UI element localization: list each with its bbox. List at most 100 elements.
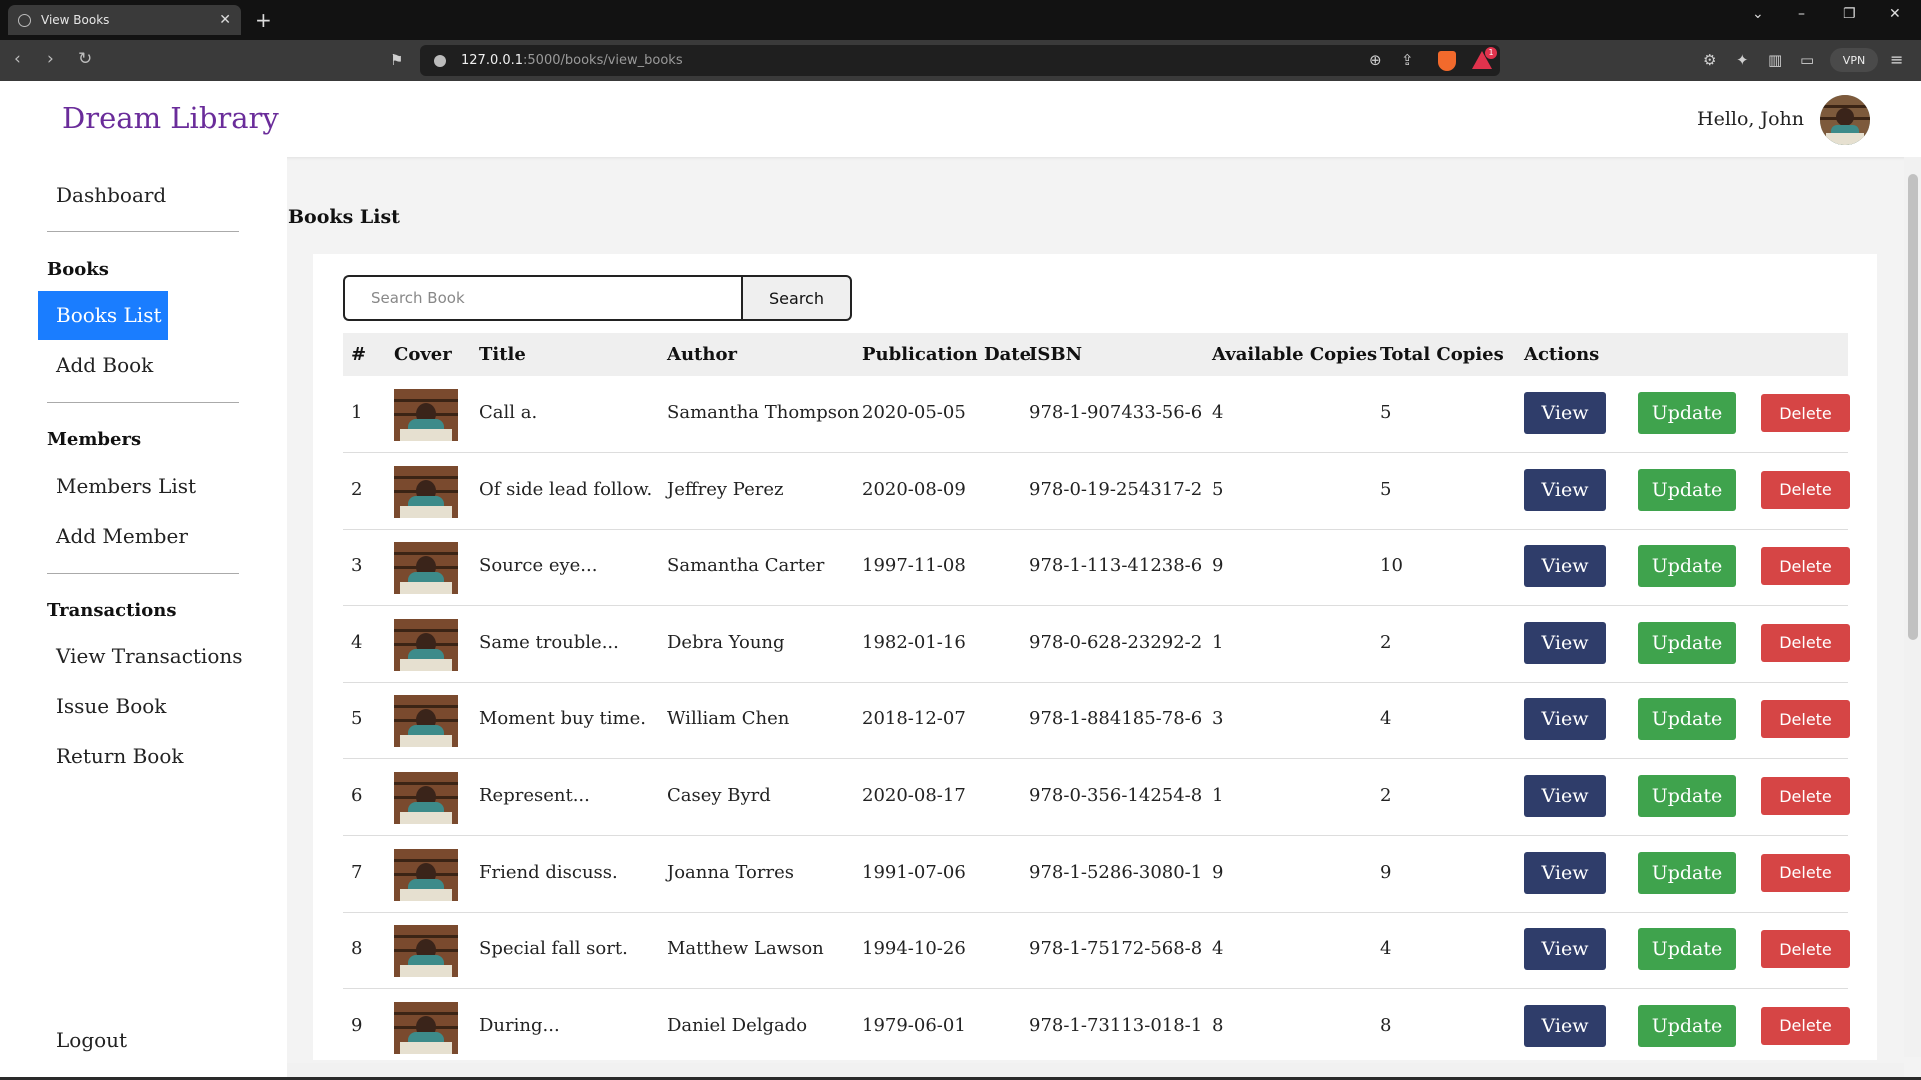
row-number: 8	[351, 938, 363, 960]
menu-icon[interactable]: ≡	[1890, 50, 1903, 69]
search-input[interactable]	[343, 275, 742, 321]
site-info-icon[interactable]	[434, 54, 446, 67]
isbn: 978-1-113-41238-6	[1029, 555, 1203, 577]
view-button[interactable]: View	[1524, 928, 1606, 971]
book-author: Daniel Delgado	[667, 1014, 808, 1036]
scrollbar-thumb[interactable]	[1908, 174, 1918, 640]
browser-toolbar: ‹ › ↻ ⚑ 127.0.0.1 :5000/books/view_books…	[0, 40, 1921, 81]
sidebar-item-return-book[interactable]: Return Book	[56, 744, 184, 768]
sidebar-item-books-list[interactable]: Books List	[38, 291, 168, 340]
table-row: 8 Special fall sort. Matthew Lawson 1994-10…	[343, 912, 1850, 990]
close-tab-icon[interactable]: ✕	[219, 12, 231, 28]
delete-button[interactable]: Delete	[1761, 394, 1850, 432]
total-copies: 8	[1380, 1014, 1392, 1036]
update-button[interactable]: Update	[1638, 545, 1736, 588]
view-button[interactable]: View	[1524, 775, 1606, 817]
book-title: Of side lead follow.	[479, 478, 653, 500]
sidebar-item-add-member[interactable]: Add Member	[56, 524, 188, 548]
book-cover-image	[394, 465, 458, 518]
minimize-icon[interactable]: –	[1798, 6, 1805, 22]
column-header-isbn: ISBN	[1029, 344, 1083, 365]
view-button[interactable]: View	[1524, 621, 1606, 664]
update-button[interactable]: Update	[1638, 621, 1736, 664]
update-button[interactable]: Update	[1638, 851, 1736, 894]
row-number: 9	[351, 1014, 363, 1036]
leo-icon[interactable]: ✦	[1736, 51, 1749, 69]
close-window-icon[interactable]: ✕	[1889, 6, 1901, 22]
horizontal-scrollbar[interactable]	[287, 1063, 1904, 1077]
sidebar-item-dashboard[interactable]: Dashboard	[56, 183, 166, 207]
view-button[interactable]: View	[1524, 468, 1606, 511]
delete-button[interactable]: Delete	[1761, 470, 1850, 509]
row-number: 6	[351, 785, 363, 806]
total-copies: 5	[1380, 402, 1392, 423]
isbn: 978-1-884185-78-6	[1029, 708, 1203, 730]
book-title: Represent...	[479, 785, 590, 806]
sidebar-item-members-list[interactable]: Members List	[56, 474, 196, 498]
isbn: 978-1-907433-56-6	[1029, 402, 1203, 423]
table-row: 9 During... Daniel Delgado 1979-06-01 978-1-…	[343, 989, 1850, 1060]
address-bar[interactable]: 127.0.0.1 :5000/books/view_books	[420, 45, 1500, 76]
vpn-button[interactable]: VPN	[1830, 48, 1878, 72]
publication-date: 1982-01-16	[862, 631, 966, 653]
total-copies: 10	[1380, 555, 1403, 577]
update-button[interactable]: Update	[1638, 928, 1736, 971]
forward-icon[interactable]: ›	[47, 49, 54, 69]
extensions-icon[interactable]: ⚙	[1703, 51, 1716, 69]
sidebar-item-add-book[interactable]: Add Book	[56, 353, 153, 377]
view-button[interactable]: View	[1524, 545, 1606, 588]
book-title: Special fall sort.	[479, 938, 628, 960]
row-number: 7	[351, 861, 363, 883]
delete-button[interactable]: Delete	[1761, 623, 1850, 662]
sidebar-divider	[47, 231, 239, 232]
delete-button[interactable]: Delete	[1761, 1006, 1850, 1045]
update-button[interactable]: Update	[1638, 698, 1736, 741]
sidebar-heading-books: Books	[47, 259, 109, 280]
available-copies: 1	[1212, 785, 1224, 806]
isbn: 978-0-628-23292-2	[1029, 631, 1203, 653]
tab-list-chevron-icon[interactable]: ⌄	[1752, 6, 1764, 22]
update-button[interactable]: Update	[1638, 775, 1736, 817]
sidebar-item-logout[interactable]: Logout	[56, 1028, 127, 1052]
delete-button[interactable]: Delete	[1761, 930, 1850, 969]
zoom-icon[interactable]: ⊕	[1369, 51, 1382, 69]
publication-date: 2020-08-09	[862, 478, 966, 500]
reload-icon[interactable]: ↻	[78, 49, 92, 69]
browser-tab[interactable]: View Books ✕	[8, 5, 241, 35]
column-header-total-copies: Total Copies	[1380, 344, 1504, 365]
new-tab-icon[interactable]: +	[255, 8, 272, 32]
publication-date: 1994-10-26	[862, 938, 966, 960]
view-button[interactable]: View	[1524, 392, 1606, 434]
restore-icon[interactable]: ❐	[1843, 6, 1856, 22]
delete-button[interactable]: Delete	[1761, 547, 1850, 586]
delete-button[interactable]: Delete	[1761, 700, 1850, 739]
view-button[interactable]: View	[1524, 851, 1606, 894]
sidebar-item-issue-book[interactable]: Issue Book	[56, 694, 166, 718]
row-number: 3	[351, 555, 363, 577]
wallet-icon[interactable]: ▭	[1800, 51, 1814, 69]
table-row: 1 Call a. Samantha Thompson 2020-05-05 978-1…	[343, 376, 1850, 453]
brand-logo[interactable]: Dream Library	[62, 101, 279, 135]
total-copies: 4	[1380, 938, 1392, 960]
sidebar-toggle-icon[interactable]: ▥	[1768, 51, 1782, 69]
update-button[interactable]: Update	[1638, 392, 1736, 434]
delete-button[interactable]: Delete	[1761, 777, 1850, 815]
book-cover-image	[394, 772, 458, 824]
vertical-scrollbar[interactable]	[1904, 157, 1921, 1057]
sidebar-item-view-transactions[interactable]: View Transactions	[56, 644, 243, 668]
total-copies: 2	[1380, 631, 1392, 653]
book-title: Same trouble...	[479, 631, 619, 653]
update-button[interactable]: Update	[1638, 468, 1736, 511]
available-copies: 4	[1212, 938, 1224, 960]
sidebar-divider	[47, 573, 239, 574]
view-button[interactable]: View	[1524, 698, 1606, 741]
back-icon[interactable]: ‹	[14, 49, 21, 69]
delete-button[interactable]: Delete	[1761, 853, 1850, 892]
bookmark-icon[interactable]: ⚑	[390, 51, 403, 69]
search-button[interactable]: Search	[741, 275, 852, 321]
update-button[interactable]: Update	[1638, 1004, 1736, 1047]
avatar[interactable]	[1820, 95, 1870, 145]
view-button[interactable]: View	[1524, 1004, 1606, 1047]
brave-shield-icon[interactable]	[1438, 51, 1456, 71]
share-icon[interactable]: ⇪	[1401, 51, 1414, 69]
